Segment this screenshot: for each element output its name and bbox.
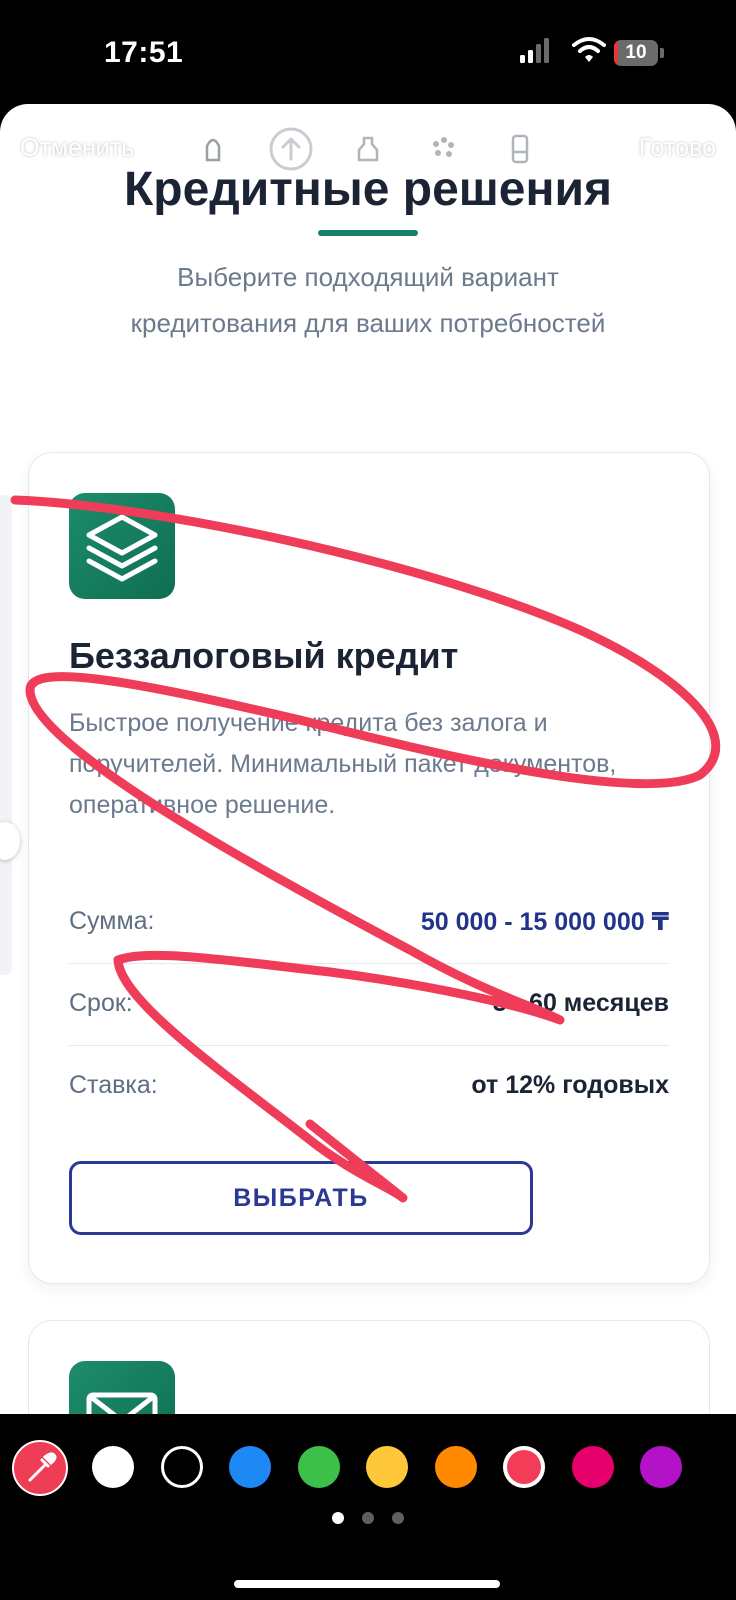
eraser-tool-icon[interactable] xyxy=(497,126,543,172)
page-dot xyxy=(362,1512,374,1524)
eyedropper-icon[interactable] xyxy=(12,1440,68,1496)
screenshot-canvas: Кредитные решения Выберите подходящий ва… xyxy=(0,104,736,1414)
info-value: от 12% годовых xyxy=(471,1071,669,1099)
title-underline xyxy=(318,230,418,236)
markup-toolbar: Отменить Готово xyxy=(0,126,736,176)
color-swatch[interactable] xyxy=(366,1446,408,1488)
page-dot xyxy=(332,1512,344,1524)
color-swatch[interactable] xyxy=(640,1446,682,1488)
info-row-term: Срок: 3 - 60 месяцев xyxy=(69,963,669,1045)
info-label: Ставка: xyxy=(69,1071,158,1099)
loan-card: Беззалоговый кредит Быстрое получение кр… xyxy=(28,452,710,1284)
battery-level: 10 xyxy=(625,42,647,63)
info-value: 3 - 60 месяцев xyxy=(492,989,669,1017)
wifi-icon xyxy=(572,37,606,62)
card-description: Быстрое получение кредита без залога и п… xyxy=(69,709,617,819)
page-indicator xyxy=(0,1512,736,1524)
color-swatch[interactable] xyxy=(434,1446,477,1488)
color-palette-bar xyxy=(0,1414,736,1600)
color-palette-icon[interactable] xyxy=(420,126,466,172)
status-time: 17:51 xyxy=(104,36,184,69)
home-indicator[interactable] xyxy=(234,1580,500,1588)
color-swatch[interactable] xyxy=(229,1446,271,1488)
status-bar: 17:51 10 xyxy=(0,0,736,104)
select-button[interactable]: ВЫБРАТЬ xyxy=(69,1161,533,1235)
battery-icon: 10 xyxy=(614,40,664,68)
card-title: Беззалоговый кредит xyxy=(69,635,459,676)
next-loan-card xyxy=(28,1320,710,1414)
color-swatch[interactable] xyxy=(571,1446,614,1488)
color-swatch[interactable] xyxy=(297,1446,340,1488)
marker-tool-icon[interactable] xyxy=(345,126,391,172)
cellular-signal-icon xyxy=(520,38,549,63)
envelope-icon xyxy=(69,1361,175,1414)
color-swatch[interactable] xyxy=(92,1446,134,1488)
page-subtitle: Выберите подходящий вариант кредитования… xyxy=(130,262,606,338)
info-row-rate: Ставка: от 12% годовых xyxy=(69,1045,669,1127)
color-swatch[interactable] xyxy=(503,1446,545,1488)
done-button[interactable]: Готово xyxy=(639,134,716,163)
color-swatch[interactable] xyxy=(160,1446,203,1488)
pen-tool-icon[interactable] xyxy=(190,126,236,172)
page-dot xyxy=(392,1512,404,1524)
info-label: Срок: xyxy=(69,989,133,1017)
edge-tab xyxy=(0,495,12,975)
info-value: 50 000 - 15 000 000 ₸ xyxy=(420,908,669,936)
info-row-amount: Сумма: 50 000 - 15 000 000 ₸ xyxy=(69,881,669,963)
arrow-up-circle-icon[interactable] xyxy=(268,126,314,172)
info-label: Сумма: xyxy=(69,907,155,935)
stacked-layers-icon xyxy=(69,493,175,599)
cancel-button[interactable]: Отменить xyxy=(20,134,134,163)
